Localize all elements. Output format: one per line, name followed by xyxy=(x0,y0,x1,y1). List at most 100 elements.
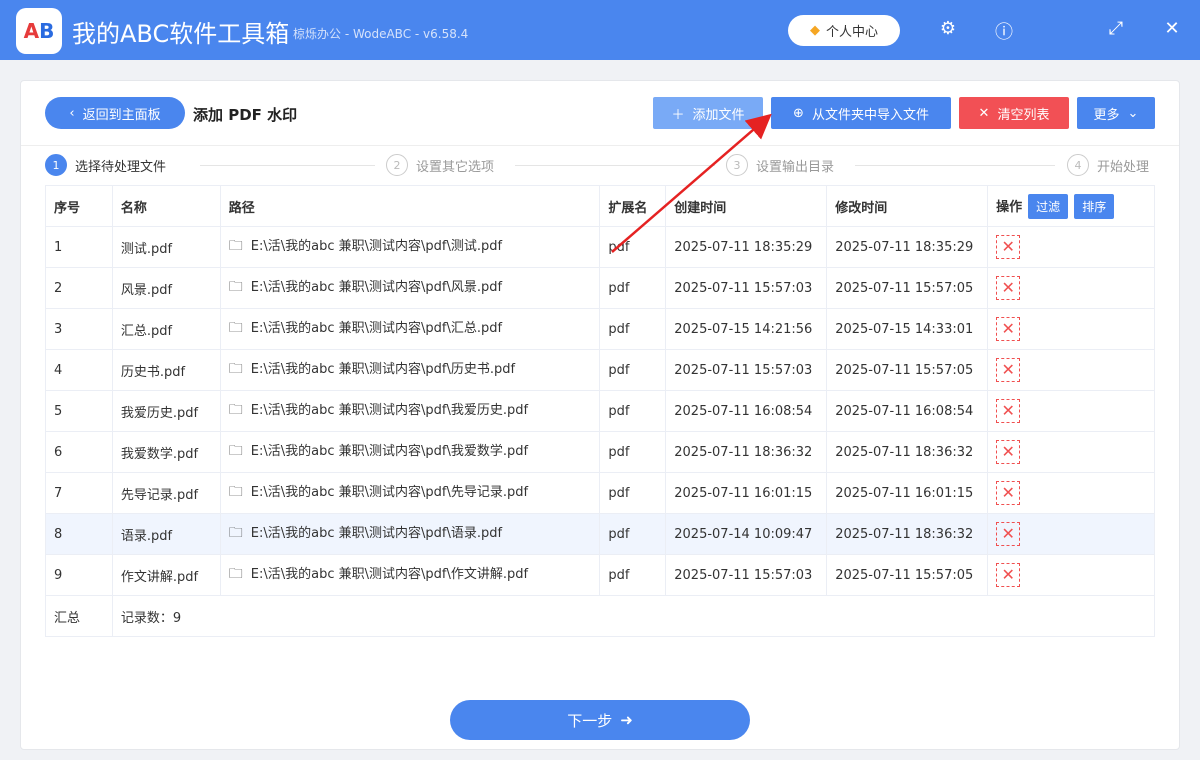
step-label: 设置其它选项 xyxy=(416,159,495,175)
file-path: 🗀 E:\活\我的abc 兼职\测试内容\pdf\历史书.pdf xyxy=(219,349,601,391)
row-actions: ✕ xyxy=(987,226,1155,268)
file-path-text: E:\活\我的abc 兼职\测试内容\pdf\语录.pdf xyxy=(250,526,503,541)
file-name: 历史书.pdf xyxy=(111,349,221,391)
file-ext-text: pdf xyxy=(608,362,630,378)
step-label: 开始处理 xyxy=(1097,159,1150,175)
folder-icon[interactable]: 🗀 xyxy=(229,484,243,500)
summary-value: 记录数：9 xyxy=(111,595,1156,637)
import-folder-button[interactable]: ⊕ 从文件夹中导入文件 xyxy=(771,97,951,129)
row-actions: ✕ xyxy=(987,390,1155,432)
title-bar: AB 我的ABC软件工具箱 椋烁办公 - WodeABC - v6.58.4 ◆… xyxy=(0,0,1200,60)
table-row[interactable]: 7 先导记录.pdf 🗀 E:\活\我的abc 兼职\测试内容\pdf\先导记录.pd… xyxy=(45,472,1155,514)
filter-button[interactable]: 过滤 xyxy=(1028,193,1069,219)
folder-icon[interactable]: 🗀 xyxy=(229,238,243,254)
delete-row-icon[interactable]: ✕ xyxy=(996,399,1021,423)
file-path: 🗀 E:\活\我的abc 兼职\测试内容\pdf\测试.pdf xyxy=(219,226,601,268)
modified-time: 2025-07-11 18:36:32 xyxy=(826,513,989,555)
delete-row-icon[interactable]: ✕ xyxy=(996,276,1021,300)
table-header: 序号 名称 路径 扩展名 创建时间 修改时间 操作 过滤 排序 xyxy=(45,185,1155,227)
row-index: 1 xyxy=(45,226,113,268)
back-label: 返回到主面板 xyxy=(82,107,161,123)
created-time: 2025-07-15 14:21:56 xyxy=(665,308,828,350)
created-time: 2025-07-11 18:35:29 xyxy=(665,226,828,268)
divider xyxy=(21,145,1179,146)
created-time-text: 2025-07-11 18:36:32 xyxy=(674,444,813,460)
folder-icon[interactable]: 🗀 xyxy=(229,525,243,541)
table-row[interactable]: 1 测试.pdf 🗀 E:\活\我的abc 兼职\测试内容\pdf\测试.pdf pdf… xyxy=(45,226,1155,268)
modified-time-text: 2025-07-11 18:36:32 xyxy=(835,526,974,542)
app-title: 我的ABC软件工具箱 xyxy=(72,20,290,48)
step-4: 4 开始处理 xyxy=(1067,154,1149,176)
user-center-button[interactable]: ◆ 个人中心 xyxy=(788,15,900,46)
table-row[interactable]: 9 作文讲解.pdf 🗀 E:\活\我的abc 兼职\测试内容\pdf\作文讲解.pd… xyxy=(45,554,1155,596)
file-path: 🗀 E:\活\我的abc 兼职\测试内容\pdf\语录.pdf xyxy=(219,513,601,555)
next-step-button[interactable]: 下一步 ➜ xyxy=(450,700,750,740)
delete-row-icon[interactable]: ✕ xyxy=(996,358,1021,382)
file-name: 测试.pdf xyxy=(111,226,221,268)
file-name: 风景.pdf xyxy=(111,267,221,309)
file-ext: pdf xyxy=(599,308,667,350)
col-modified: 修改时间 xyxy=(826,185,989,227)
file-name: 语录.pdf xyxy=(111,513,221,555)
close-icon[interactable]: ✕ xyxy=(1160,18,1184,39)
created-time-text: 2025-07-11 16:01:15 xyxy=(674,485,813,501)
modified-time-text: 2025-07-11 18:36:32 xyxy=(835,444,974,460)
step-connector xyxy=(855,165,1055,166)
file-name: 作文讲解.pdf xyxy=(111,554,221,596)
table-row[interactable]: 5 我爱历史.pdf 🗀 E:\活\我的abc 兼职\测试内容\pdf\我爱历史.pd… xyxy=(45,390,1155,432)
row-actions: ✕ xyxy=(987,349,1155,391)
table-row[interactable]: 4 历史书.pdf 🗀 E:\活\我的abc 兼职\测试内容\pdf\历史书.pdf p… xyxy=(45,349,1155,391)
folder-icon[interactable]: 🗀 xyxy=(229,566,243,582)
table-row[interactable]: 6 我爱数学.pdf 🗀 E:\活\我的abc 兼职\测试内容\pdf\我爱数学.pd… xyxy=(45,431,1155,473)
file-name-text: 测试.pdf xyxy=(120,241,173,257)
folder-icon[interactable]: 🗀 xyxy=(229,279,243,295)
app-subtitle: 椋烁办公 - WodeABC - v6.58.4 xyxy=(293,27,469,41)
maximize-icon[interactable]: ⤢ xyxy=(1104,18,1128,39)
plus-icon: ＋ xyxy=(671,107,685,123)
file-ext-text: pdf xyxy=(608,526,630,542)
delete-row-icon[interactable]: ✕ xyxy=(996,563,1021,587)
delete-row-icon[interactable]: ✕ xyxy=(996,481,1021,505)
table-row[interactable]: 2 风景.pdf 🗀 E:\活\我的abc 兼职\测试内容\pdf\风景.pdf pdf… xyxy=(45,267,1155,309)
file-path-text: E:\活\我的abc 兼职\测试内容\pdf\测试.pdf xyxy=(250,239,503,254)
add-file-button[interactable]: ＋ 添加文件 xyxy=(653,97,763,129)
created-time: 2025-07-11 18:36:32 xyxy=(665,431,828,473)
help-icon[interactable]: ⓘ xyxy=(992,18,1016,44)
row-index-text: 2 xyxy=(54,280,63,296)
file-ext-text: pdf xyxy=(608,567,630,583)
file-path-text: E:\活\我的abc 兼职\测试内容\pdf\风景.pdf xyxy=(250,280,503,295)
modified-time: 2025-07-11 18:35:29 xyxy=(826,226,989,268)
clear-list-label: 清空列表 xyxy=(997,107,1050,123)
table-row[interactable]: 8 语录.pdf 🗀 E:\活\我的abc 兼职\测试内容\pdf\语录.pdf pdf… xyxy=(45,513,1155,555)
file-ext: pdf xyxy=(599,349,667,391)
row-index-text: 5 xyxy=(54,403,63,419)
settings-icon[interactable]: ⚙ xyxy=(936,18,960,39)
folder-icon[interactable]: 🗀 xyxy=(229,443,243,459)
more-button[interactable]: 更多 ⌄ xyxy=(1077,97,1155,129)
delete-row-icon[interactable]: ✕ xyxy=(996,317,1021,341)
delete-row-icon[interactable]: ✕ xyxy=(996,440,1021,464)
created-time-text: 2025-07-11 15:57:03 xyxy=(674,362,813,378)
sort-button[interactable]: 排序 xyxy=(1074,193,1115,219)
folder-icon[interactable]: 🗀 xyxy=(229,320,243,336)
folder-icon[interactable]: 🗀 xyxy=(229,402,243,418)
table-row[interactable]: 3 汇总.pdf 🗀 E:\活\我的abc 兼职\测试内容\pdf\汇总.pdf pdf… xyxy=(45,308,1155,350)
file-path: 🗀 E:\活\我的abc 兼职\测试内容\pdf\作文讲解.pdf xyxy=(219,554,601,596)
col-index: 序号 xyxy=(45,185,113,227)
created-time: 2025-07-14 10:09:47 xyxy=(665,513,828,555)
back-button[interactable]: ‹ 返回到主面板 xyxy=(45,97,185,129)
clear-list-button[interactable]: ✕ 清空列表 xyxy=(959,97,1069,129)
row-index: 9 xyxy=(45,554,113,596)
modified-time-text: 2025-07-11 18:35:29 xyxy=(835,239,974,255)
folder-icon[interactable]: 🗀 xyxy=(229,361,243,377)
import-folder-label: 从文件夹中导入文件 xyxy=(811,107,929,123)
modified-time: 2025-07-11 18:36:32 xyxy=(826,431,989,473)
file-path-text: E:\活\我的abc 兼职\测试内容\pdf\我爱数学.pdf xyxy=(250,444,529,459)
row-index: 5 xyxy=(45,390,113,432)
delete-row-icon[interactable]: ✕ xyxy=(996,522,1021,546)
row-actions: ✕ xyxy=(987,513,1155,555)
delete-row-icon[interactable]: ✕ xyxy=(996,235,1021,259)
file-path-text: E:\活\我的abc 兼职\测试内容\pdf\汇总.pdf xyxy=(250,321,503,336)
row-actions: ✕ xyxy=(987,554,1155,596)
created-time-text: 2025-07-11 15:57:03 xyxy=(674,280,813,296)
